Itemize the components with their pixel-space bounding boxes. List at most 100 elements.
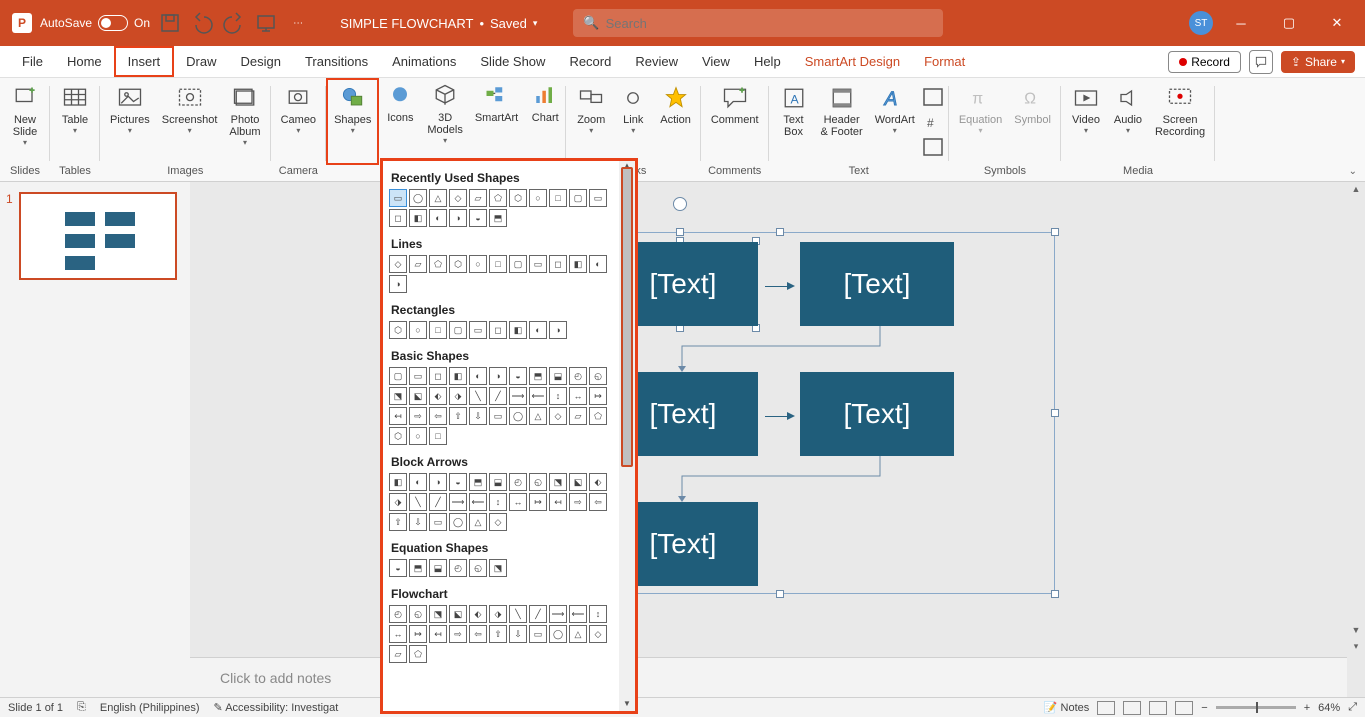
shape-gallery-item[interactable]: ╲ — [409, 493, 427, 511]
shape-gallery-item[interactable]: ↤ — [549, 493, 567, 511]
spellcheck-icon[interactable]: ⎘ — [77, 701, 86, 714]
tab-record[interactable]: Record — [557, 48, 623, 75]
shape-gallery-item[interactable]: ⬗ — [489, 605, 507, 623]
shape-gallery-item[interactable]: ⬡ — [389, 321, 407, 339]
shape-gallery-item[interactable]: ▭ — [409, 367, 427, 385]
shape-gallery-item[interactable]: ↔ — [389, 625, 407, 643]
shape-gallery-item[interactable]: ⟵ — [529, 387, 547, 405]
shape-gallery-item[interactable]: △ — [429, 189, 447, 207]
tab-transitions[interactable]: Transitions — [293, 48, 380, 75]
cameo-button[interactable]: Cameo▾ — [275, 80, 322, 163]
minimize-button[interactable]: ─ — [1221, 8, 1261, 38]
shape-gallery-item[interactable]: ⇦ — [429, 407, 447, 425]
shape-gallery-item[interactable]: ↕ — [589, 605, 607, 623]
shape-gallery-item[interactable]: ▱ — [409, 255, 427, 273]
header-footer-button[interactable]: Header& Footer — [815, 80, 869, 163]
reading-view-button[interactable] — [1149, 701, 1167, 715]
shape-gallery-item[interactable]: □ — [549, 189, 567, 207]
shape-gallery-item[interactable]: ⇨ — [569, 493, 587, 511]
shape-gallery-item[interactable]: □ — [429, 321, 447, 339]
shape-gallery-item[interactable]: ⬕ — [449, 605, 467, 623]
shape-gallery-item[interactable]: ↦ — [529, 493, 547, 511]
shape-gallery-item[interactable]: ↔ — [509, 493, 527, 511]
share-button[interactable]: ⇪Share▾ — [1281, 51, 1355, 73]
tab-slideshow[interactable]: Slide Show — [468, 48, 557, 75]
screenshot-button[interactable]: Screenshot▾ — [156, 80, 224, 163]
shape-gallery-item[interactable]: ◵ — [589, 367, 607, 385]
shape-gallery-item[interactable]: ◒ — [469, 209, 487, 227]
shape-gallery-item[interactable]: ⬠ — [489, 189, 507, 207]
shape-gallery-item[interactable]: ⇧ — [489, 625, 507, 643]
maximize-button[interactable]: ▢ — [1269, 8, 1309, 38]
shape-gallery-item[interactable]: ▭ — [389, 189, 407, 207]
shape-gallery-item[interactable]: ╱ — [529, 605, 547, 623]
language-indicator[interactable]: English (Philippines) — [100, 702, 200, 714]
save-state[interactable]: Saved — [490, 16, 527, 31]
shape-gallery-item[interactable]: ▢ — [449, 321, 467, 339]
slide-number-button[interactable]: # — [923, 113, 943, 131]
slide-thumbnail-panel[interactable]: 1 — [0, 182, 190, 697]
shape-gallery-item[interactable]: ◐ — [409, 473, 427, 491]
shape-gallery-item[interactable]: ◯ — [549, 625, 567, 643]
tab-draw[interactable]: Draw — [174, 48, 228, 75]
photo-album-button[interactable]: PhotoAlbum▾ — [223, 80, 266, 163]
shape-gallery-item[interactable]: ⟶ — [449, 493, 467, 511]
shape-gallery-item[interactable]: ◧ — [449, 367, 467, 385]
ribbon-collapse-icon[interactable]: ⌄ — [1349, 166, 1357, 177]
pictures-button[interactable]: Pictures▾ — [104, 80, 156, 163]
shape-gallery-item[interactable]: ⬖ — [429, 387, 447, 405]
shape-gallery-item[interactable]: ◻ — [429, 367, 447, 385]
shape-gallery-item[interactable]: ⬗ — [389, 493, 407, 511]
shape-gallery-item[interactable]: ⇨ — [409, 407, 427, 425]
selection-handle[interactable] — [1051, 228, 1059, 236]
textbox-button[interactable]: ATextBox — [773, 80, 815, 163]
symbol-button[interactable]: ΩSymbol — [1008, 80, 1057, 163]
tab-animations[interactable]: Animations — [380, 48, 468, 75]
search-input[interactable] — [606, 16, 934, 31]
shape-gallery-item[interactable]: ◯ — [409, 189, 427, 207]
shape-gallery-item[interactable]: ⬒ — [489, 209, 507, 227]
shape-gallery-item[interactable]: ◑ — [489, 367, 507, 385]
selection-handle[interactable] — [1051, 409, 1059, 417]
zoom-button[interactable]: Zoom▾ — [570, 80, 612, 163]
smartart-button[interactable]: SmartArt — [469, 78, 524, 165]
icons-button[interactable]: Icons — [379, 78, 421, 165]
shape-gallery-item[interactable]: ◻ — [389, 209, 407, 227]
shape-gallery-item[interactable]: ↕ — [549, 387, 567, 405]
shape-gallery-item[interactable]: ▢ — [569, 189, 587, 207]
scrollbar-thumb[interactable] — [621, 167, 633, 467]
shape-gallery-item[interactable]: ◵ — [529, 473, 547, 491]
notes-placeholder[interactable]: Click to add notes — [190, 670, 331, 686]
shape-gallery-item[interactable]: ⇧ — [389, 513, 407, 531]
shape-gallery-item[interactable]: ◧ — [409, 209, 427, 227]
comments-pane-button[interactable] — [1249, 50, 1273, 74]
shape-gallery-item[interactable]: ◧ — [569, 255, 587, 273]
smartart-box-2[interactable]: [Text] — [800, 242, 954, 326]
shape-gallery-item[interactable]: ⬡ — [509, 189, 527, 207]
shape-gallery-item[interactable]: ◻ — [489, 321, 507, 339]
shape-gallery-item[interactable]: ◒ — [389, 559, 407, 577]
shape-gallery-item[interactable]: ⬔ — [429, 605, 447, 623]
shape-gallery-item[interactable]: ⬔ — [389, 387, 407, 405]
shape-gallery-item[interactable]: ▱ — [469, 189, 487, 207]
shape-gallery-item[interactable]: □ — [429, 427, 447, 445]
slide-canvas[interactable]: [Text] [Text] [Text] [Text] [Text] ▲ ▼ ▾… — [190, 182, 1365, 697]
audio-button[interactable]: Audio▾ — [1107, 80, 1149, 163]
close-button[interactable]: ✕ — [1317, 8, 1357, 38]
object-button[interactable] — [923, 138, 943, 156]
chevron-down-icon[interactable]: ▾ — [533, 18, 538, 29]
tab-help[interactable]: Help — [742, 48, 793, 75]
shape-gallery-item[interactable]: ↕ — [489, 493, 507, 511]
shape-gallery-item[interactable]: ⟶ — [509, 387, 527, 405]
start-slideshow-icon[interactable] — [254, 11, 278, 35]
shapes-panel-scrollbar[interactable]: ▲ ▼ — [619, 161, 635, 711]
shape-gallery-item[interactable]: ▢ — [389, 367, 407, 385]
slide-thumbnail-1[interactable] — [19, 192, 177, 280]
shape-gallery-item[interactable]: ⬒ — [529, 367, 547, 385]
smartart-box-4[interactable]: [Text] — [800, 372, 954, 456]
normal-view-button[interactable] — [1097, 701, 1115, 715]
shape-gallery-item[interactable]: ◒ — [509, 367, 527, 385]
shape-gallery-item[interactable]: ⬓ — [429, 559, 447, 577]
shape-gallery-item[interactable]: □ — [489, 255, 507, 273]
qat-more-icon[interactable]: ⋯ — [286, 11, 310, 35]
